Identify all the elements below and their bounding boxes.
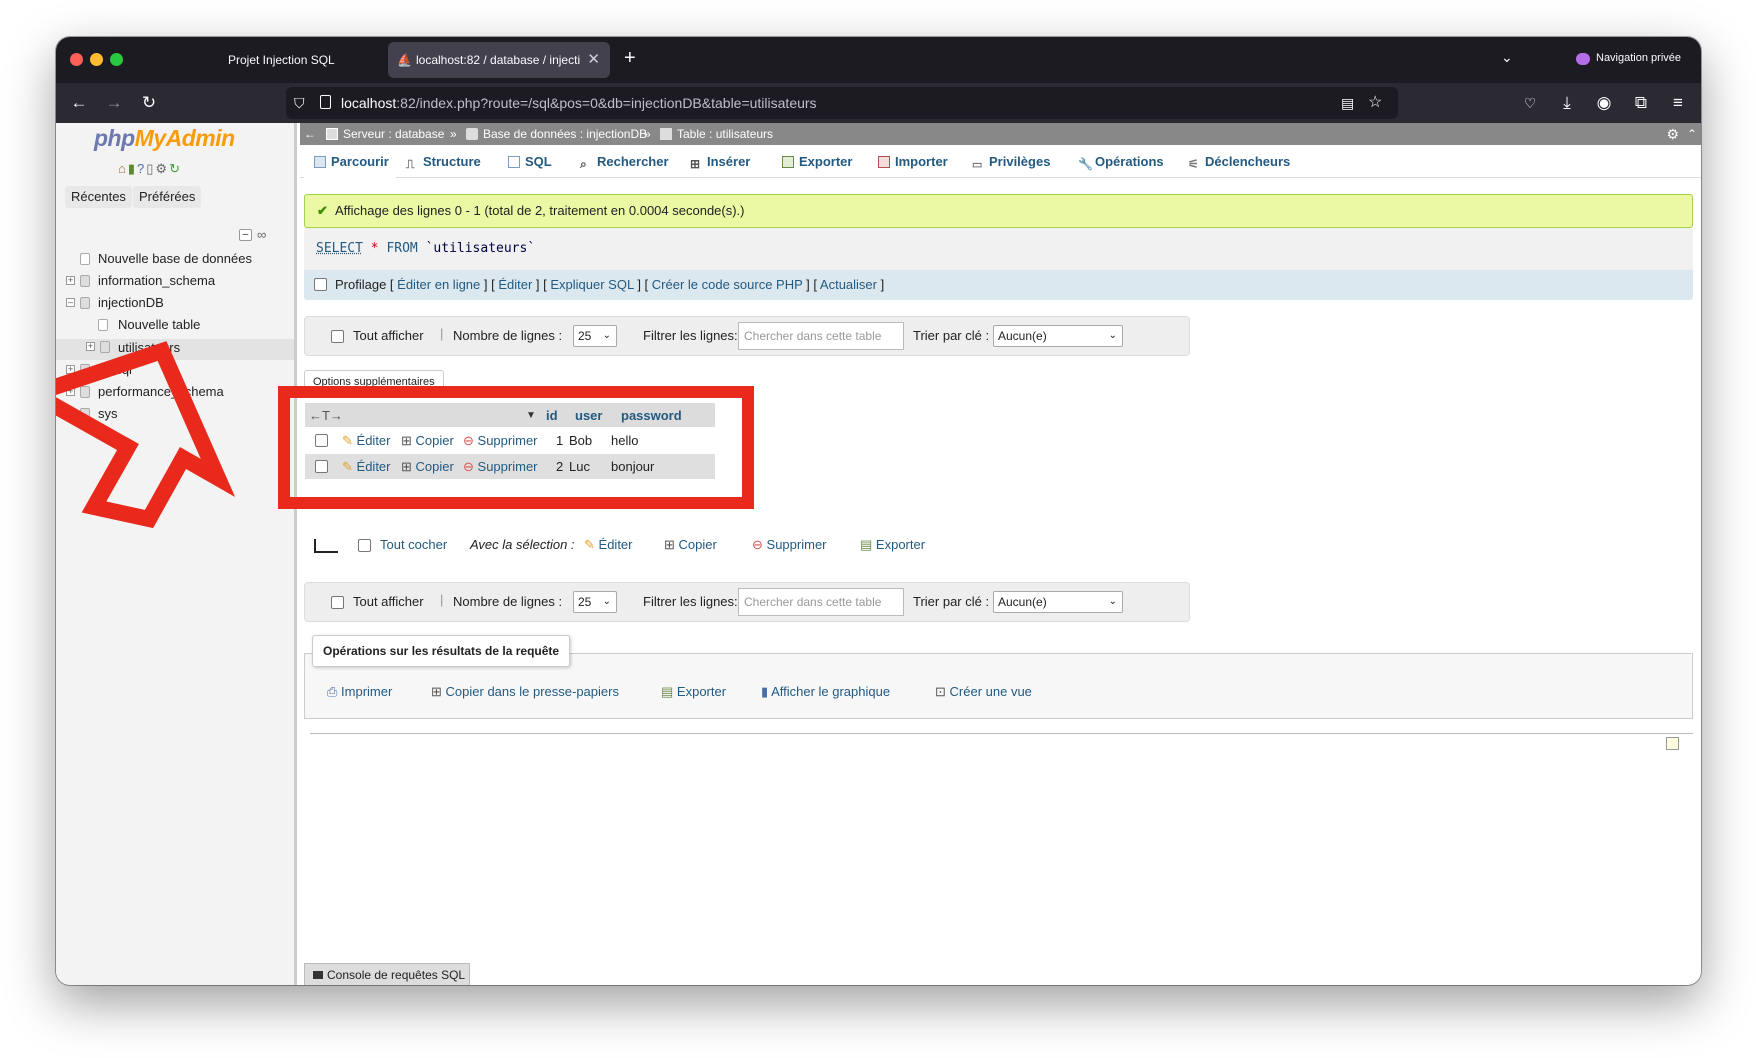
menu-icon[interactable]: ≡ [1667,92,1689,114]
column-header-user[interactable]: user [575,403,602,428]
explain-sql-link[interactable]: Expliquer SQL [550,277,633,292]
table-tabs: Parcourir ⎍ Structure SQL ⌕ Rechercher ⊞ In… [300,145,1701,178]
breadcrumb-database[interactable]: Base de données : injectionDB [466,123,647,145]
wrench-icon: 🔧 [1078,157,1093,171]
private-label: Navigation privée [1596,52,1681,64]
tab-search[interactable]: ⌕ Rechercher [574,145,680,178]
new-tab-icon[interactable]: + [624,47,636,70]
filter-label: Filtrer les lignes: [643,594,738,609]
bulk-delete-button[interactable]: ⊖ Supprimer [752,533,827,557]
rows-label: Nombre de lignes : [453,328,563,343]
account-icon[interactable]: ◉ [1593,92,1615,114]
copy-to-clipboard-link[interactable]: ⊞ Copier dans le presse-papiers [431,684,619,700]
browser-window: Projet Injection SQL ✕ ⛵ localhost:82 / … [56,37,1701,985]
bulk-copy-button[interactable]: ⊞ Copier [664,533,717,557]
sort-label: Trier par clé : [913,328,990,343]
filter-input[interactable]: Chercher dans cette table [738,588,904,616]
tab-operations[interactable]: 🔧 Opérations [1072,145,1178,178]
tab-privileges[interactable]: ▭ Privilèges [966,145,1068,178]
table-icon [660,128,672,140]
breadcrumb-table[interactable]: Table : utilisateurs [660,123,773,145]
with-selection-label: Avec la sélection : [470,537,575,552]
extensions-icon[interactable]: ⧉ [1630,92,1652,114]
view-icon: ⊡ [935,684,946,699]
cell-user[interactable]: Bob [569,428,592,453]
divider [310,733,1693,734]
import-icon [878,156,890,168]
query-operations-title: Opérations sur les résultats de la requê… [312,635,571,667]
print-icon: ⎙ [327,684,338,699]
column-header-id[interactable]: id [546,403,558,428]
export-icon: ▤ [661,684,674,699]
breadcrumb-separator: » [644,127,651,141]
private-mask-icon [1576,53,1590,65]
collapse-top-icon[interactable]: ⌃ [1687,123,1697,145]
breadcrumb: ← Serveur : database » Base de données :… [300,123,1701,145]
bookmark-star-icon[interactable]: ☆ [1368,87,1382,119]
success-message: ✔ Affichage des lignes 0 - 1 (total de 2… [304,194,1693,228]
database-icon [466,128,478,140]
export-results-link[interactable]: ▤ Exporter [661,684,726,700]
tab-insert[interactable]: ⊞ Insérer [684,145,772,178]
sql-icon [508,156,520,168]
tab-triggers[interactable]: ⚟ Déclencheurs [1182,145,1304,178]
tab-export[interactable]: Exporter [776,145,868,178]
row-delete-link[interactable]: ⊖ Supprimer [463,428,538,453]
reader-view-icon[interactable]: ▤ [1341,87,1354,119]
pocket-icon[interactable]: ♡ [1519,92,1541,114]
cell-password[interactable]: hello [611,428,638,453]
sql-query-box[interactable]: SELECT * FROM `utilisateurs` [304,228,1693,270]
create-php-code-link[interactable]: Créer le code source PHP [652,277,803,292]
delete-icon: ⊖ [463,433,474,448]
page-notes-icon[interactable] [1666,737,1679,750]
annotation-arrow [56,341,236,529]
console-icon [313,971,323,979]
print-link[interactable]: ⎙ Imprimer [327,684,392,700]
cell-password[interactable]: bonjour [611,454,654,479]
filter-label: Filtrer les lignes: [643,328,738,343]
sort-select[interactable]: Aucun(e) ⌄ [993,591,1123,613]
row-delete-link[interactable]: ⊖ Supprimer [463,454,538,479]
close-tab-icon[interactable]: ✕ [587,42,600,78]
sort-label: Trier par clé : [913,594,990,609]
column-header-password[interactable]: password [621,403,682,428]
filter-input[interactable]: Chercher dans cette table [738,322,904,350]
tab-list-chevron-icon[interactable]: ⌄ [1501,49,1513,66]
insert-icon: ⊞ [690,157,701,171]
export-icon: ▤ [860,537,873,552]
rows-label: Nombre de lignes : [453,594,563,609]
triggers-icon: ⚟ [1188,157,1199,171]
query-links-bar: Profilage [ Éditer en ligne ] [ Éditer ]… [304,270,1693,300]
search-icon: ⌕ [580,157,587,171]
export-icon [782,156,794,168]
bulk-edit-button[interactable]: ✎ Éditer [584,533,633,557]
create-view-link[interactable]: ⊡ Créer une vue [935,684,1032,700]
cell-id[interactable]: 2 [556,454,563,479]
arrow-outline [56,341,236,529]
copy-icon: ⊞ [431,684,442,699]
column-options-chevron-icon[interactable]: ▼ [526,403,536,428]
sql-console-toggle[interactable]: Console de requêtes SQL [304,963,471,985]
cell-user[interactable]: Luc [569,454,590,479]
rows-select[interactable]: 25 ⌄ [573,325,617,347]
pencil-icon: ✎ [584,537,595,552]
copy-icon: ⊞ [664,537,675,552]
refresh-link[interactable]: Actualiser [820,277,877,292]
rows-select[interactable]: 25 ⌄ [573,591,617,613]
download-icon[interactable]: ⤓ [1556,92,1578,114]
bulk-export-button[interactable]: ▤ Exporter [860,533,925,557]
delete-icon: ⊖ [752,537,763,552]
delete-icon: ⊖ [463,459,474,474]
show-chart-link[interactable]: ▮ Afficher le graphique [761,684,890,700]
edit-link[interactable]: Éditer [498,277,532,292]
main-panel: ← Serveur : database » Base de données :… [278,123,1701,985]
cell-id[interactable]: 1 [556,428,563,453]
tab-import[interactable]: Importer [872,145,962,178]
tab-sql[interactable]: SQL [502,145,570,178]
sort-select[interactable]: Aucun(e) ⌄ [993,325,1123,347]
chart-icon: ▮ [761,684,769,699]
privileges-icon: ▭ [972,159,983,171]
page-settings-gear-icon[interactable]: ⚙ [1666,123,1679,145]
